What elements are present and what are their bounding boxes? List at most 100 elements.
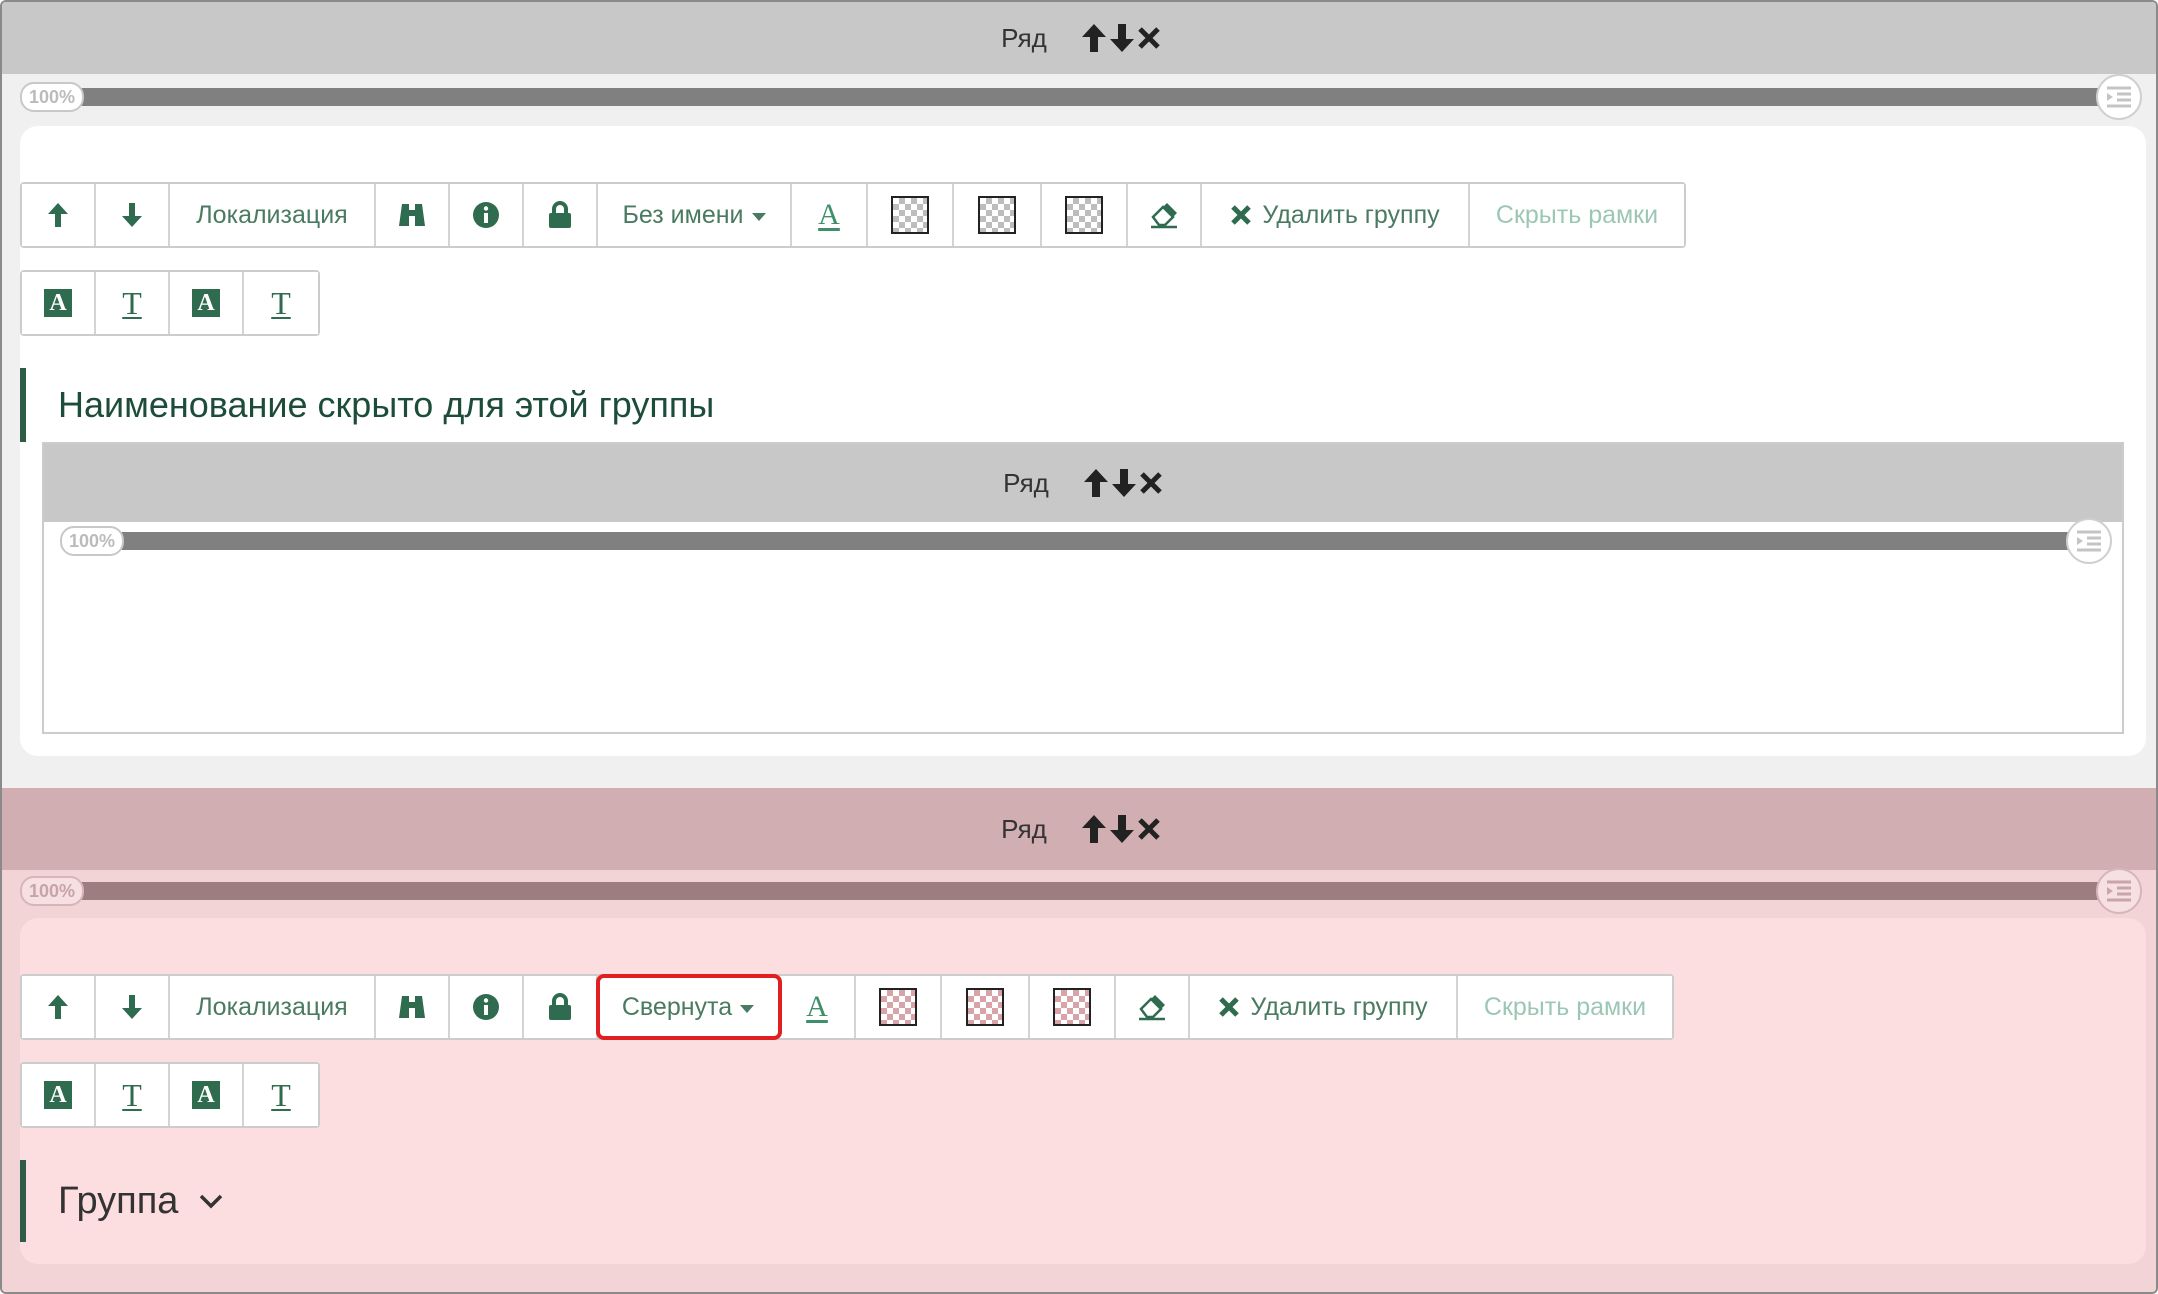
binoculars-button[interactable]	[376, 184, 450, 246]
font-color-button[interactable]: A	[780, 976, 856, 1038]
group-title-label: Группа	[58, 1179, 179, 1222]
slider-percent: 100%	[60, 526, 124, 556]
delete-group-button[interactable]: Удалить группу	[1202, 184, 1470, 246]
title-text-button[interactable]: T	[96, 1064, 170, 1126]
border-color-button[interactable]	[954, 184, 1042, 246]
row-header-label: Ряд	[1001, 813, 1047, 844]
inner-row-header: Ряд	[44, 444, 2122, 522]
title-fill-button[interactable]: A	[22, 272, 96, 334]
text-style-icon: T	[122, 1076, 142, 1113]
title-text-button[interactable]: T	[96, 272, 170, 334]
row-1: Ряд 100% Локализация Без имени A Удалить…	[2, 2, 2156, 788]
binoculars-button[interactable]	[376, 976, 450, 1038]
localization-button[interactable]: Локализация	[170, 976, 376, 1038]
lock-button[interactable]	[524, 976, 598, 1038]
lock-button[interactable]	[524, 184, 598, 246]
hide-frames-button[interactable]: Скрыть рамки	[1470, 184, 1684, 246]
arrow-up-icon	[48, 995, 68, 1019]
slider-track	[32, 882, 2122, 900]
content-text-button[interactable]: T	[244, 272, 318, 334]
row-2: Ряд 100% Локализация Свернута A Удалить …	[2, 788, 2156, 1292]
move-group-down-button[interactable]	[96, 184, 170, 246]
row-header-label: Ряд	[1003, 467, 1049, 498]
border-color-button[interactable]	[942, 976, 1030, 1038]
group-2-title[interactable]: Группа	[20, 1160, 224, 1242]
indent-icon	[2107, 880, 2131, 902]
lock-icon	[549, 993, 571, 1020]
slider-handle[interactable]	[2096, 868, 2142, 914]
content-text-button[interactable]: T	[244, 1064, 318, 1126]
eraser-button[interactable]	[1128, 184, 1202, 246]
editor-frame: Ряд 100% Локализация Без имени A Удалить…	[0, 0, 2158, 1294]
group-1-title: Наименование скрыто для этой группы	[20, 368, 714, 442]
move-up-icon[interactable]	[1081, 814, 1107, 844]
close-icon	[1219, 997, 1240, 1017]
transparent-swatch-icon	[879, 988, 917, 1026]
background-color-button[interactable]	[856, 976, 942, 1038]
group-1: Локализация Без имени A Удалить группу С…	[20, 126, 2146, 756]
group-1-toolbar: Локализация Без имени A Удалить группу С…	[20, 182, 1686, 248]
group-1-format-toolbar: A T A T	[20, 270, 320, 336]
font-color-icon: A	[806, 990, 828, 1023]
info-icon	[473, 202, 499, 228]
info-button[interactable]	[450, 184, 524, 246]
text-fill-icon: A	[192, 1081, 220, 1109]
slider-track	[32, 88, 2122, 106]
slider-handle[interactable]	[2066, 518, 2112, 564]
move-down-icon[interactable]	[1111, 468, 1137, 498]
group-2-format-toolbar: A T A T	[20, 1062, 320, 1128]
info-button[interactable]	[450, 976, 524, 1038]
row-2-width-slider[interactable]: 100%	[2, 868, 2156, 920]
row-1-width-slider[interactable]: 100%	[2, 74, 2156, 124]
move-up-icon[interactable]	[1081, 23, 1107, 53]
name-mode-value: Без имени	[622, 200, 744, 229]
title-fill-button[interactable]: A	[22, 1064, 96, 1126]
remove-row-icon[interactable]	[1139, 471, 1163, 495]
content-fill-button[interactable]: A	[170, 272, 244, 334]
content-fill-button[interactable]: A	[170, 1064, 244, 1126]
indent-icon	[2107, 86, 2131, 108]
hide-frames-button[interactable]: Скрыть рамки	[1458, 976, 1672, 1038]
text-style-icon: T	[271, 1076, 291, 1113]
text-fill-icon: A	[192, 289, 220, 317]
slider-percent: 100%	[20, 82, 84, 112]
move-group-up-button[interactable]	[22, 184, 96, 246]
text-fill-icon: A	[44, 1081, 72, 1109]
indent-icon	[2077, 530, 2101, 552]
row-1-header: Ряд	[2, 2, 2156, 74]
binoculars-icon	[399, 204, 425, 226]
remove-row-icon[interactable]	[1137, 817, 1161, 841]
eraser-button[interactable]	[1116, 976, 1190, 1038]
font-color-button[interactable]: A	[792, 184, 868, 246]
background-color-button[interactable]	[868, 184, 954, 246]
inner-row-width-slider[interactable]: 100%	[44, 518, 2122, 572]
chevron-down-icon	[200, 1194, 223, 1209]
remove-row-icon[interactable]	[1137, 26, 1161, 50]
binoculars-icon	[399, 996, 425, 1018]
transparent-swatch-icon	[891, 196, 929, 234]
name-mode-dropdown[interactable]: Без имени	[598, 184, 792, 246]
arrow-down-icon	[122, 203, 142, 227]
text-style-icon: T	[271, 284, 291, 321]
info-icon	[473, 994, 499, 1020]
group-2: Локализация Свернута A Удалить группу Ск…	[20, 918, 2146, 1264]
transparent-swatch-icon	[978, 196, 1016, 234]
slider-percent: 100%	[20, 876, 84, 906]
inner-row: Ряд 100%	[42, 442, 2124, 734]
slider-handle[interactable]	[2096, 74, 2142, 120]
move-group-up-button[interactable]	[22, 976, 96, 1038]
localization-button[interactable]: Локализация	[170, 184, 376, 246]
header-color-button[interactable]	[1042, 184, 1128, 246]
move-down-icon[interactable]	[1109, 814, 1135, 844]
delete-group-label: Удалить группу	[1250, 992, 1428, 1021]
delete-group-button[interactable]: Удалить группу	[1190, 976, 1458, 1038]
transparent-swatch-icon	[1065, 196, 1103, 234]
group-2-toolbar: Локализация Свернута A Удалить группу Ск…	[20, 974, 1674, 1040]
move-down-icon[interactable]	[1109, 23, 1135, 53]
move-up-icon[interactable]	[1083, 468, 1109, 498]
header-color-button[interactable]	[1030, 976, 1116, 1038]
move-group-down-button[interactable]	[96, 976, 170, 1038]
chevron-down-icon	[740, 1005, 755, 1013]
arrow-down-icon	[122, 995, 142, 1019]
name-mode-dropdown[interactable]: Свернута	[596, 974, 782, 1040]
